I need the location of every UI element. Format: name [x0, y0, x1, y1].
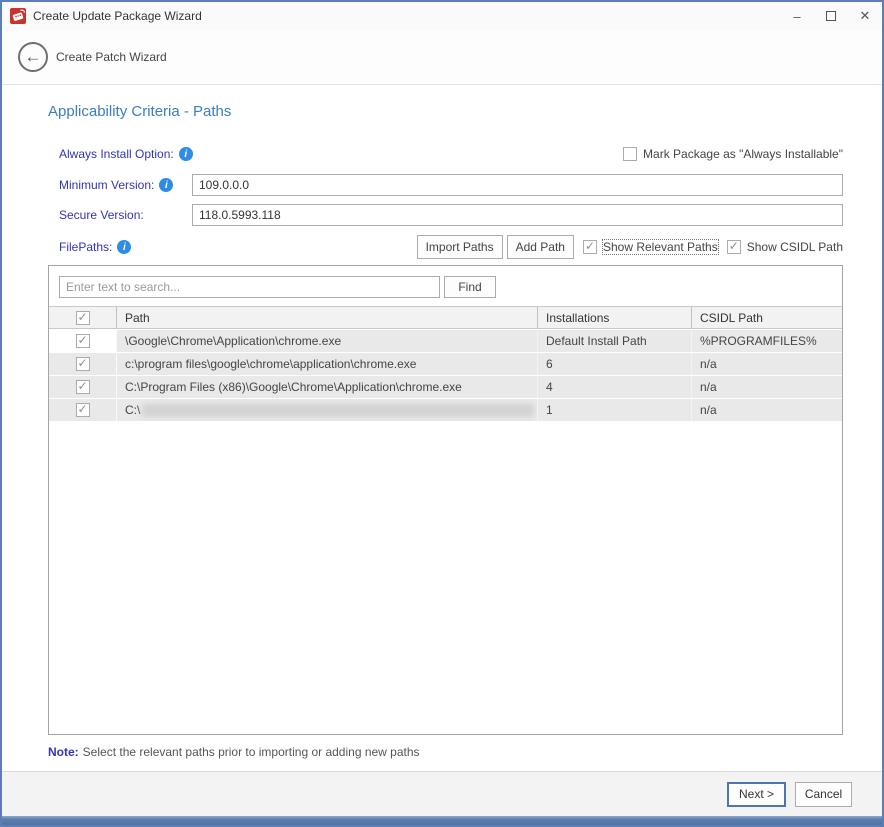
row-checkbox[interactable]	[76, 357, 90, 371]
secure-version-input[interactable]	[192, 204, 843, 226]
close-icon[interactable]: ✕	[848, 2, 882, 30]
row-checkbox[interactable]	[76, 403, 90, 417]
path-column-header[interactable]: Path	[117, 307, 538, 328]
table-row[interactable]: c:\program files\google\chrome\applicati…	[49, 353, 842, 375]
show-csidl-path-checkbox[interactable]	[727, 240, 741, 254]
row-select-cell	[49, 330, 117, 352]
always-installable-checkbox-label: Mark Package as "Always Installable"	[643, 147, 843, 161]
minimum-version-label-zone: Minimum Version: i	[59, 178, 192, 192]
installations-column-header[interactable]: Installations	[538, 307, 692, 328]
show-csidl-path-group[interactable]: Show CSIDL Path	[727, 240, 843, 254]
show-relevant-paths-label: Show Relevant Paths	[603, 240, 718, 254]
add-path-button[interactable]: Add Path	[507, 235, 574, 259]
row-checkbox[interactable]	[76, 380, 90, 394]
csidl-cell: n/a	[692, 399, 842, 421]
filepaths-label: FilePaths:	[59, 240, 112, 254]
show-relevant-paths-group[interactable]: Show Relevant Paths	[583, 240, 718, 254]
show-csidl-path-label: Show CSIDL Path	[747, 240, 843, 254]
secure-version-row: Secure Version:	[48, 204, 843, 226]
search-input[interactable]	[59, 276, 440, 298]
csidl-cell: n/a	[692, 376, 842, 398]
note-text: Select the relevant paths prior to impor…	[83, 745, 420, 759]
csidl-column-header[interactable]: CSIDL Path	[692, 307, 842, 328]
back-button[interactable]: ←	[18, 42, 48, 72]
minimize-icon[interactable]: –	[780, 2, 814, 30]
cancel-button[interactable]: Cancel	[795, 782, 852, 807]
csidl-cell: n/a	[692, 353, 842, 375]
table-row[interactable]: C:\Program Files (x86)\Google\Chrome\App…	[49, 376, 842, 398]
minimum-version-input[interactable]	[192, 174, 843, 196]
row-checkbox[interactable]	[76, 334, 90, 348]
always-install-label: Always Install Option:	[59, 147, 174, 161]
minimum-version-info-icon[interactable]: i	[159, 178, 173, 192]
next-button[interactable]: Next >	[727, 782, 786, 807]
table-header: Path Installations CSIDL Path	[49, 306, 842, 329]
maximize-icon[interactable]	[814, 2, 848, 30]
installations-cell: 4	[538, 376, 692, 398]
back-arrow-icon: ←	[25, 47, 42, 67]
table-row[interactable]: \Google\Chrome\Application\chrome.exe Def…	[49, 330, 842, 352]
table-body: \Google\Chrome\Application\chrome.exe Def…	[49, 329, 842, 734]
window-controls: – ✕	[780, 2, 882, 30]
path-text: c:\program files\google\chrome\applicati…	[125, 357, 416, 371]
filepaths-toolbar: Import Paths Add Path Show Relevant Path…	[417, 235, 843, 259]
wizard-content: Applicability Criteria - Paths Always In…	[2, 85, 882, 771]
row-select-cell	[49, 376, 117, 398]
always-installable-checkbox[interactable]	[623, 147, 637, 161]
secure-version-label-zone: Secure Version:	[59, 208, 192, 222]
path-cell: \Google\Chrome\Application\chrome.exe	[117, 330, 538, 352]
row-select-cell	[49, 399, 117, 421]
filepaths-info-icon[interactable]: i	[117, 240, 131, 254]
show-relevant-paths-checkbox[interactable]	[583, 240, 597, 254]
minimum-version-label: Minimum Version:	[59, 178, 154, 192]
path-text: \Google\Chrome\Application\chrome.exe	[125, 334, 341, 348]
select-all-header-cell	[49, 307, 117, 328]
path-text: C:\Program Files (x86)\Google\Chrome\App…	[125, 380, 462, 394]
grid-search-row: Find	[49, 266, 842, 306]
paths-grid: Find Path Installations CSIDL Path \Goog…	[48, 265, 843, 735]
maximize-glyph	[826, 11, 836, 21]
wizard-footer: Next > Cancel	[2, 771, 882, 816]
path-text: C:\	[125, 403, 140, 417]
redacted-path-segment	[142, 404, 534, 417]
import-paths-button[interactable]: Import Paths	[417, 235, 503, 259]
page-title: Applicability Criteria - Paths	[48, 103, 843, 120]
app-icon	[10, 8, 26, 24]
table-row[interactable]: C:\ 1n/a	[49, 399, 842, 421]
path-cell: c:\program files\google\chrome\applicati…	[117, 353, 538, 375]
find-button[interactable]: Find	[444, 276, 496, 298]
filepaths-row: FilePaths: i Import Paths Add Path Show …	[48, 235, 843, 259]
installations-cell: 1	[538, 399, 692, 421]
path-cell: C:\	[117, 399, 538, 421]
always-install-info-icon[interactable]: i	[179, 147, 193, 161]
installations-cell: 6	[538, 353, 692, 375]
wizard-name-label: Create Patch Wizard	[56, 50, 167, 64]
installations-cell: Default Install Path	[538, 330, 692, 352]
window-bottom-strip	[2, 816, 882, 825]
always-installable-checkbox-group[interactable]: Mark Package as "Always Installable"	[623, 147, 843, 161]
note-row: Note: Select the relevant paths prior to …	[48, 745, 843, 759]
row-select-cell	[49, 353, 117, 375]
minimum-version-row: Minimum Version: i	[48, 174, 843, 196]
note-prefix: Note:	[48, 745, 79, 759]
select-all-checkbox[interactable]	[76, 311, 90, 325]
secure-version-label: Secure Version:	[59, 208, 144, 222]
window-title: Create Update Package Wizard	[33, 9, 202, 23]
title-bar: Create Update Package Wizard – ✕	[2, 2, 882, 30]
always-install-row: Always Install Option: i Mark Package as…	[48, 147, 843, 161]
wizard-header: ← Create Patch Wizard	[2, 30, 882, 85]
path-cell: C:\Program Files (x86)\Google\Chrome\App…	[117, 376, 538, 398]
csidl-cell: %PROGRAMFILES%	[692, 330, 842, 352]
